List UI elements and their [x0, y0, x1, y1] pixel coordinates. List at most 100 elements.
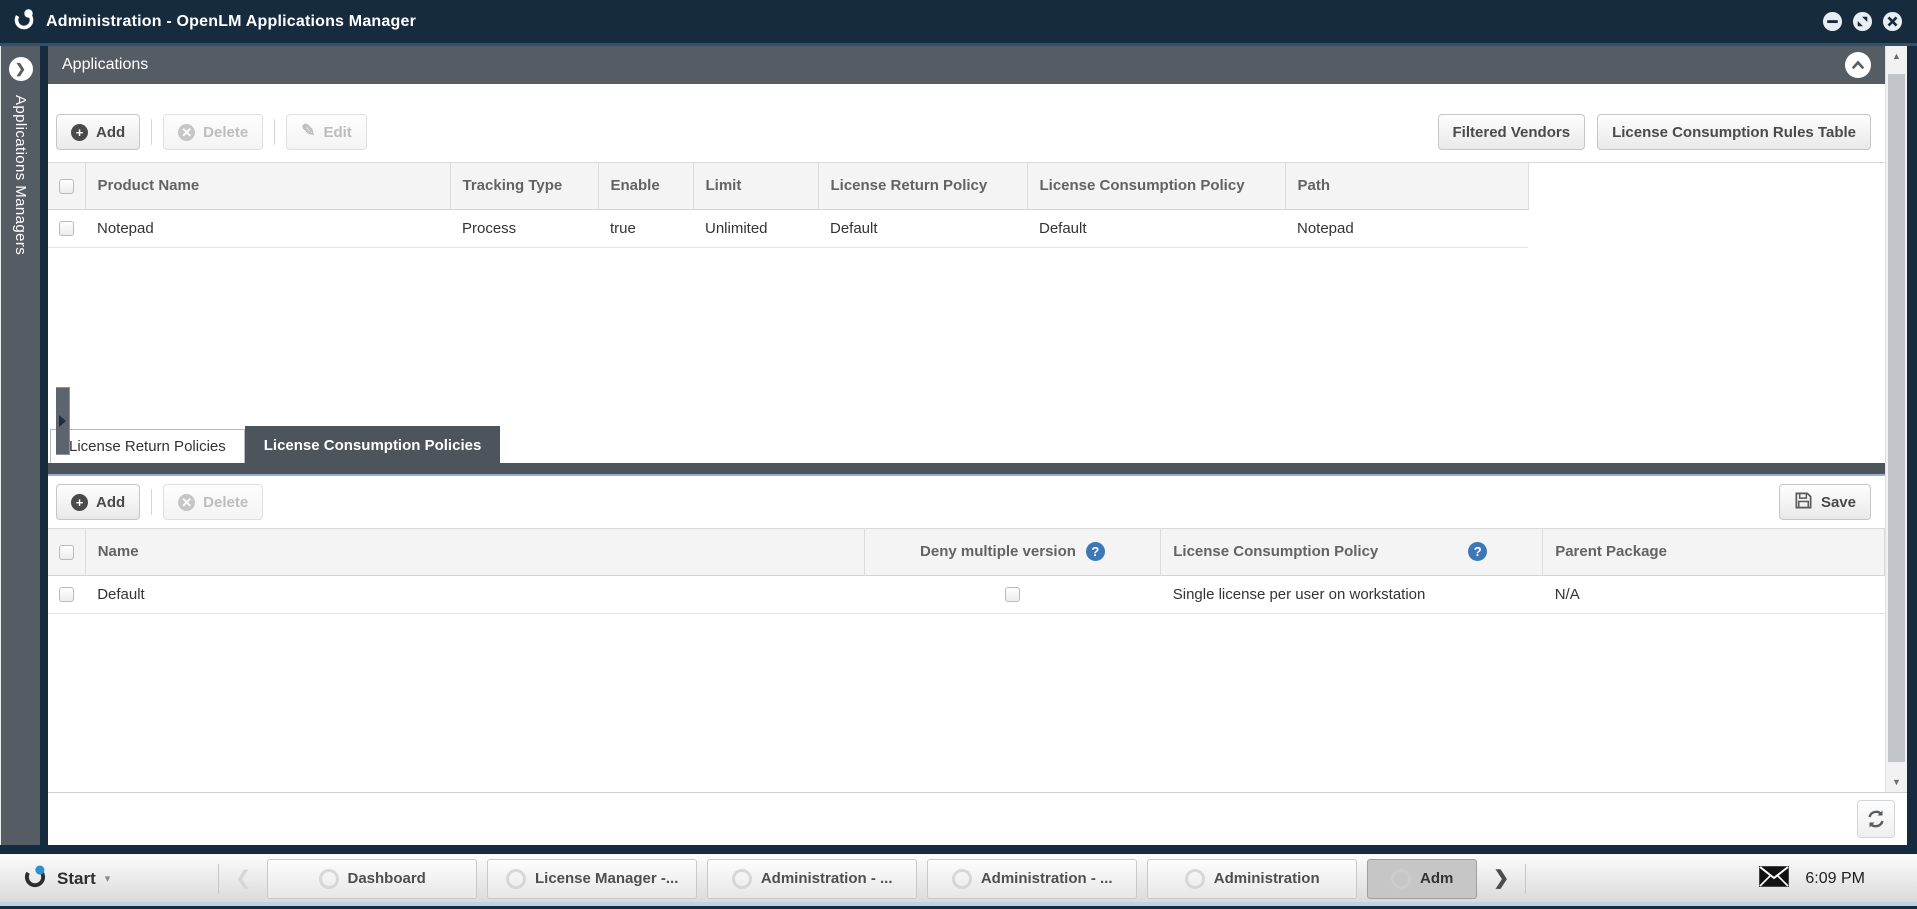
- taskbar: Start ▾ ❮ Dashboard License Manager -...…: [0, 854, 1917, 902]
- window-logo-icon: [1391, 869, 1411, 889]
- deny-multiple-version-checkbox[interactable]: [1005, 587, 1020, 602]
- x-circle-icon: ✕: [178, 494, 195, 511]
- taskbar-button-label: Adm: [1420, 870, 1453, 887]
- delete-application-button[interactable]: ✕ Delete: [163, 114, 263, 150]
- policies-table: Name Deny multiple version ? License Con…: [48, 529, 1885, 614]
- row-checkbox[interactable]: [59, 221, 74, 236]
- column-header-name[interactable]: Name: [85, 529, 864, 575]
- scroll-up-arrow[interactable]: ▲: [1886, 46, 1907, 66]
- cell-limit: Unlimited: [693, 209, 818, 247]
- main-panel: Applications + Add ✕: [48, 46, 1907, 845]
- tab-license-consumption-policies[interactable]: License Consumption Policies: [245, 426, 501, 463]
- add-policy-button[interactable]: + Add: [56, 484, 140, 520]
- desktop-root: { "window": { "title": "Administration -…: [0, 0, 1917, 909]
- filtered-vendors-button[interactable]: Filtered Vendors: [1438, 114, 1586, 150]
- window-controls: [1822, 11, 1903, 32]
- column-header-license-return-policy[interactable]: License Return Policy: [818, 163, 1027, 209]
- openlm-logo-icon: [12, 7, 36, 36]
- column-header-license-consumption-policy[interactable]: License Consumption Policy: [1027, 163, 1285, 209]
- column-header-enable[interactable]: Enable: [598, 163, 693, 209]
- sidebar-splitter-handle[interactable]: [56, 387, 70, 455]
- tab-license-return-policies[interactable]: License Return Policies: [50, 429, 245, 463]
- taskbar-button-dashboard[interactable]: Dashboard: [267, 859, 477, 899]
- collapse-panel-button[interactable]: [1845, 52, 1871, 78]
- empty-space: [48, 248, 1885, 427]
- select-all-checkbox[interactable]: [59, 545, 74, 560]
- taskbar-button-administration-3[interactable]: Administration: [1147, 859, 1357, 899]
- help-icon[interactable]: ?: [1086, 542, 1105, 561]
- row-checkbox[interactable]: [59, 587, 74, 602]
- taskbar-bottom-strip: [0, 902, 1917, 906]
- column-header-limit[interactable]: Limit: [693, 163, 818, 209]
- content-column: Applications + Add ✕: [48, 46, 1885, 792]
- column-header-product-name[interactable]: Product Name: [85, 163, 450, 209]
- cell-license-return-policy: Default: [818, 209, 1027, 247]
- start-button[interactable]: Start ▾: [12, 859, 120, 898]
- restore-button[interactable]: [1852, 11, 1873, 32]
- delete-policy-button[interactable]: ✕ Delete: [163, 484, 263, 520]
- policies-toolbar: + Add ✕ Delete: [48, 476, 1885, 529]
- app-area: ❯ Applications Managers Applications: [0, 46, 1917, 845]
- applications-panel-title: Applications: [62, 56, 148, 74]
- cell-product-name: Notepad: [85, 209, 450, 247]
- window-title: Administration - OpenLM Applications Man…: [46, 13, 416, 31]
- column-header-tracking-type[interactable]: Tracking Type: [450, 163, 598, 209]
- sidebar-label: Applications Managers: [12, 95, 29, 255]
- cell-parent-package: N/A: [1543, 575, 1885, 613]
- clock: 6:09 PM: [1805, 870, 1865, 888]
- taskbar-button-administration-1[interactable]: Administration - ...: [707, 859, 917, 899]
- tab-label: License Return Policies: [69, 438, 226, 455]
- taskbar-button-label: Administration: [1214, 870, 1320, 887]
- deny-multiple-version-label: Deny multiple version: [920, 543, 1076, 560]
- edit-application-button[interactable]: ✎ Edit: [286, 114, 367, 150]
- close-button[interactable]: [1882, 11, 1903, 32]
- add-application-button[interactable]: + Add: [56, 114, 140, 150]
- applications-toolbar-right: Filtered Vendors License Consumption Rul…: [1438, 114, 1871, 150]
- window-frame-right: [1907, 46, 1917, 845]
- table-row[interactable]: Default Single license per user on works…: [48, 575, 1885, 613]
- refresh-button[interactable]: [1857, 800, 1895, 838]
- scrollbar-thumb[interactable]: [1888, 74, 1905, 762]
- column-header-license-consumption-policy[interactable]: License Consumption Policy ?: [1161, 529, 1543, 575]
- select-all-header-cell: [48, 163, 85, 209]
- column-header-path[interactable]: Path: [1285, 163, 1528, 209]
- window-logo-icon: [952, 869, 972, 889]
- refresh-icon: [1865, 808, 1887, 830]
- select-all-checkbox[interactable]: [59, 179, 74, 194]
- taskbar-tray: 6:09 PM: [1759, 866, 1905, 892]
- splitter-arrow-icon: [59, 415, 66, 427]
- scrollbar-track[interactable]: [1886, 66, 1907, 772]
- taskbar-button-license-manager[interactable]: License Manager -...: [487, 859, 697, 899]
- delete-label: Delete: [203, 124, 248, 141]
- minimize-button[interactable]: [1822, 11, 1843, 32]
- openlm-start-logo-icon: [22, 863, 48, 894]
- help-icon[interactable]: ?: [1468, 542, 1487, 561]
- taskbar-scroll-left-icon[interactable]: ❮: [229, 867, 257, 890]
- cell-enable: true: [598, 209, 693, 247]
- vertical-scrollbar[interactable]: ▲ ▼: [1885, 46, 1907, 792]
- license-consumption-policy-label: License Consumption Policy: [1173, 543, 1378, 560]
- taskbar-button-active-administration[interactable]: Adm: [1367, 859, 1477, 899]
- license-consumption-rules-table-button[interactable]: License Consumption Rules Table: [1597, 114, 1871, 150]
- window-logo-icon: [732, 869, 752, 889]
- delete-label: Delete: [203, 494, 248, 511]
- window-logo-icon: [1185, 869, 1205, 889]
- mail-envelope-icon[interactable]: [1759, 866, 1789, 892]
- column-header-deny-multiple-version[interactable]: Deny multiple version ?: [864, 529, 1161, 575]
- plus-circle-icon: +: [71, 124, 88, 141]
- cell-name: Default: [85, 575, 864, 613]
- taskbar-button-administration-2[interactable]: Administration - ...: [927, 859, 1137, 899]
- sidebar-expand-icon[interactable]: ❯: [9, 57, 33, 81]
- save-button[interactable]: Save: [1779, 484, 1871, 520]
- save-label: Save: [1821, 494, 1856, 511]
- column-header-parent-package[interactable]: Parent Package: [1543, 529, 1885, 575]
- active-tab-bar: [48, 463, 1885, 476]
- taskbar-scroll-right-icon[interactable]: ❯: [1487, 867, 1515, 890]
- scroll-down-arrow[interactable]: ▼: [1886, 772, 1907, 792]
- cell-license-consumption-policy: Single license per user on workstation: [1161, 575, 1543, 613]
- taskbar-separator: [1525, 864, 1526, 894]
- toolbar-separator: [151, 489, 152, 515]
- cell-deny-multiple-version: [864, 575, 1161, 613]
- table-row[interactable]: Notepad Process true Unlimited Default D…: [48, 209, 1528, 247]
- panel-footer: [48, 792, 1907, 845]
